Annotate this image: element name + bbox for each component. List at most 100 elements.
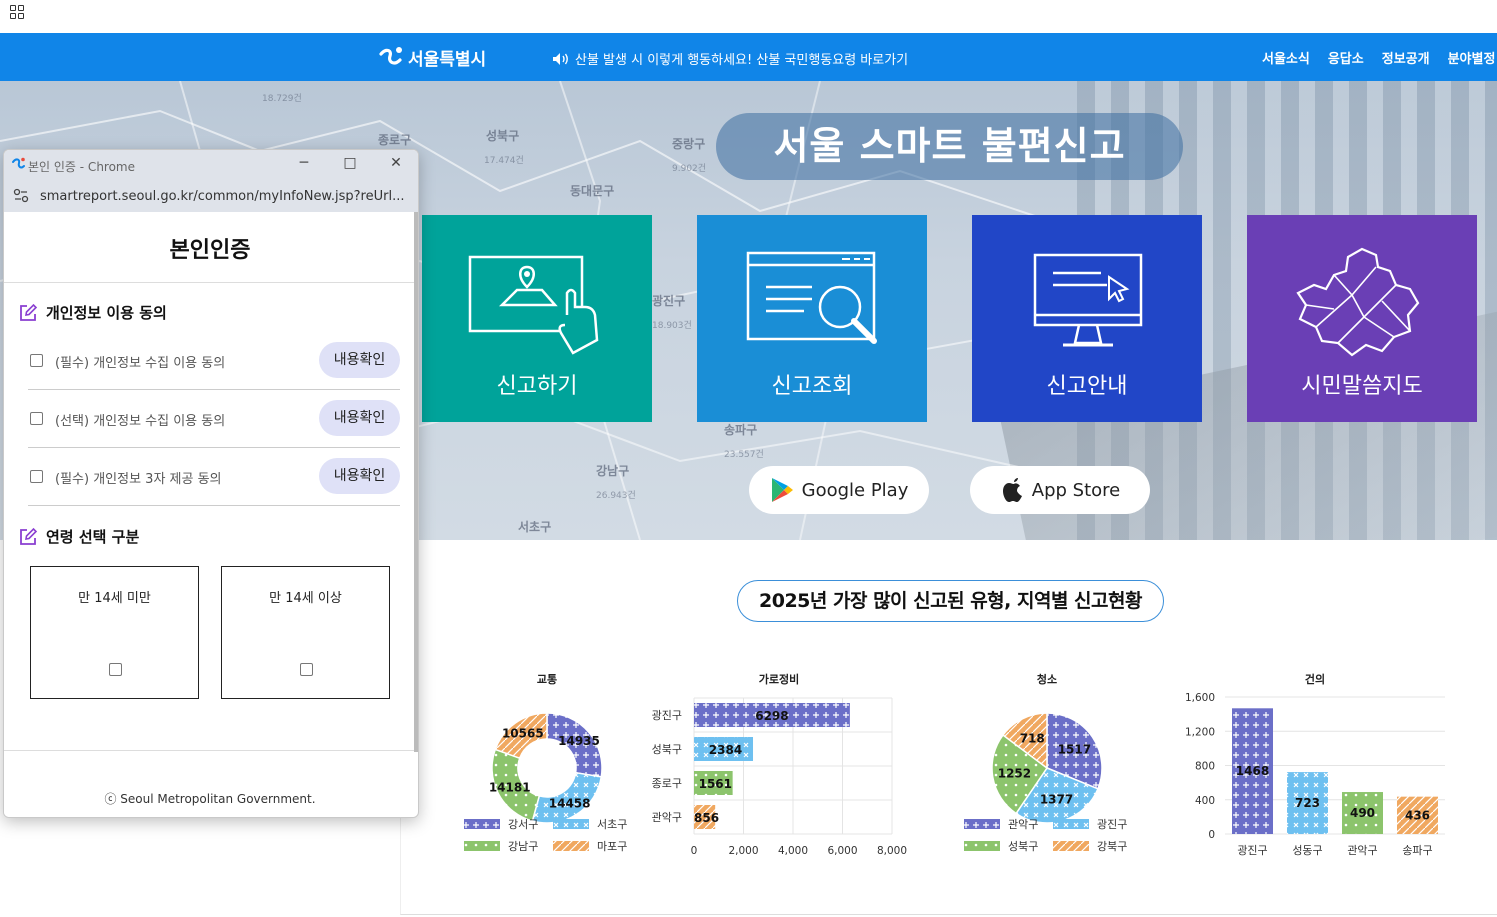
- data-label: 6298: [755, 709, 788, 723]
- seoul-logo-icon: [379, 46, 402, 65]
- google-play-label: Google Play: [801, 479, 909, 501]
- data-label: 718: [1020, 731, 1045, 745]
- charts-area: 교통 14935 14458 14181 10565 강서구 서초구강남구 마포구 청소 1517…: [464, 672, 1445, 857]
- seoul-map-icon: [1296, 247, 1420, 357]
- data-label: 1468: [1236, 764, 1269, 778]
- age-option-14-plus[interactable]: 만 14세 이상: [221, 566, 390, 699]
- consent-section-heading: 개인정보 이용 동의: [18, 302, 167, 323]
- legend-label: 강북구: [1097, 840, 1127, 853]
- nav-item-info-disclosure[interactable]: 정보공개: [1382, 48, 1430, 67]
- legend-swatch: [553, 841, 589, 851]
- app-store-button[interactable]: App Store: [970, 466, 1150, 514]
- report-touch-icon: [468, 255, 599, 355]
- age-option-label: 만 14세 미만: [78, 591, 151, 606]
- popup-footer: ⓒ Seoul Metropolitan Government.: [104, 792, 316, 806]
- seoul-favicon-icon: [12, 157, 25, 169]
- tile-guide[interactable]: 신고안내: [972, 215, 1202, 422]
- age-checkbox[interactable]: [109, 663, 122, 676]
- data-label: 1252: [998, 766, 1031, 780]
- view-content-button[interactable]: 내용확인: [319, 400, 400, 436]
- speaker-icon: [553, 52, 568, 65]
- nav-item-news[interactable]: 서울소식: [1262, 48, 1310, 67]
- legend-label: 서초구: [597, 818, 627, 831]
- seoul-logo[interactable]: 서울특별시: [378, 45, 486, 70]
- tick-label: 0: [1208, 829, 1215, 841]
- map-label: 성북구: [486, 129, 520, 143]
- age-option-under-14[interactable]: 만 14세 미만: [30, 566, 199, 699]
- legend-swatch: [553, 819, 589, 829]
- google-play-button[interactable]: Google Play: [749, 466, 929, 514]
- data-label: 14458: [549, 796, 591, 810]
- view-content-button[interactable]: 내용확인: [319, 342, 400, 378]
- legend-swatch: [464, 841, 500, 851]
- agreement-checkbox[interactable]: [30, 412, 43, 425]
- tick-label: 8,000: [877, 845, 907, 857]
- age-checkbox[interactable]: [300, 663, 313, 676]
- category-label: 송파구: [1402, 844, 1432, 857]
- map-count: 18.903건: [652, 321, 692, 331]
- tile-citizen-map[interactable]: 시민말씀지도: [1247, 215, 1477, 422]
- map-label: 동대문구: [570, 184, 615, 198]
- category-label: 종로구: [652, 777, 682, 790]
- tile-report[interactable]: 신고하기: [422, 215, 652, 422]
- site-settings-icon: [13, 188, 29, 203]
- map-label: 광진구: [652, 294, 686, 308]
- tick-label: 0: [691, 845, 698, 857]
- minimize-icon[interactable]: ─: [294, 155, 314, 171]
- category-label: 광진구: [652, 709, 682, 722]
- nav-item-eungdapso[interactable]: 응답소: [1328, 48, 1364, 67]
- legend-label: 강서구: [508, 818, 538, 831]
- tick-label: 4,000: [778, 845, 808, 857]
- popup-title: 본인 인증 - Chrome: [28, 160, 136, 174]
- popup-address-bar[interactable]: smartreport.seoul.go.kr/common/myInfoNew…: [4, 180, 418, 212]
- legend-label: 광진구: [1097, 818, 1127, 831]
- data-label: 436: [1405, 808, 1430, 822]
- category-label: 성동구: [1292, 844, 1322, 857]
- stats-section: 2025년 가장 많이 신고된 유형, 지역별 신고현황 교통 14935 1445…: [400, 540, 1497, 915]
- chart-title: 교통: [537, 673, 557, 686]
- close-icon[interactable]: ✕: [386, 155, 406, 171]
- nav-item-by-field[interactable]: 분야별정: [1448, 48, 1496, 67]
- desktop-top-bar: [0, 0, 1497, 33]
- map-count: 26.943건: [596, 491, 636, 501]
- agreement-checkbox[interactable]: [30, 470, 43, 483]
- map-label: 중랑구: [672, 137, 706, 151]
- global-nav: 서울소식 응답소 정보공개 분야별정: [1262, 48, 1495, 67]
- site-header: 서울특별시 산불 발생 시 이렇게 행동하세요! 산불 국민행동요령 바로가기 …: [0, 33, 1497, 81]
- tick-label: 1,200: [1185, 726, 1215, 738]
- popup-heading: 본인인증: [169, 238, 251, 263]
- section-title: 연령 선택 구분: [46, 528, 140, 546]
- legend-swatch: [1053, 819, 1089, 829]
- category-label: 광진구: [1237, 844, 1267, 857]
- maximize-icon[interactable]: □: [340, 155, 360, 171]
- agreement-checkbox[interactable]: [30, 354, 43, 367]
- data-label: 1377: [1040, 793, 1073, 807]
- tile-label: 신고조회: [771, 374, 853, 399]
- edit-icon: [20, 303, 38, 321]
- section-title: 개인정보 이용 동의: [46, 304, 167, 322]
- agreement-row: (선택) 개인정보 수집 이용 동의 내용확인: [28, 390, 400, 448]
- map-label: 강남구: [596, 464, 630, 478]
- legend-label: 마포구: [597, 840, 627, 853]
- category-label: 관악구: [652, 811, 682, 824]
- tick-label: 400: [1195, 795, 1215, 807]
- legend-swatch: [964, 819, 1000, 829]
- tick-label: 6,000: [827, 845, 857, 857]
- map-label: 서초구: [518, 520, 552, 534]
- popup-titlebar[interactable]: 본인 인증 - Chrome ─ □ ✕: [4, 150, 418, 180]
- view-content-button[interactable]: 내용확인: [319, 458, 400, 494]
- tile-lookup[interactable]: 신고조회: [697, 215, 927, 422]
- data-label: 856: [694, 811, 719, 825]
- map-count: 17.474건: [484, 156, 524, 166]
- tile-label: 신고하기: [496, 374, 578, 399]
- chart-title: 청소: [1037, 672, 1057, 686]
- logo-text: 서울특별시: [408, 50, 487, 70]
- popup-url: smartreport.seoul.go.kr/common/myInfoNew…: [40, 189, 405, 204]
- legend-label: 강남구: [508, 840, 538, 853]
- data-label: 14181: [489, 780, 531, 794]
- map-label: 종로구: [378, 133, 412, 147]
- notice-banner[interactable]: 산불 발생 시 이렇게 행동하세요! 산불 국민행동요령 바로가기: [552, 49, 908, 68]
- apps-grid-icon[interactable]: [10, 5, 24, 19]
- popup-scrollbar[interactable]: [414, 212, 418, 752]
- data-label: 10565: [502, 727, 544, 741]
